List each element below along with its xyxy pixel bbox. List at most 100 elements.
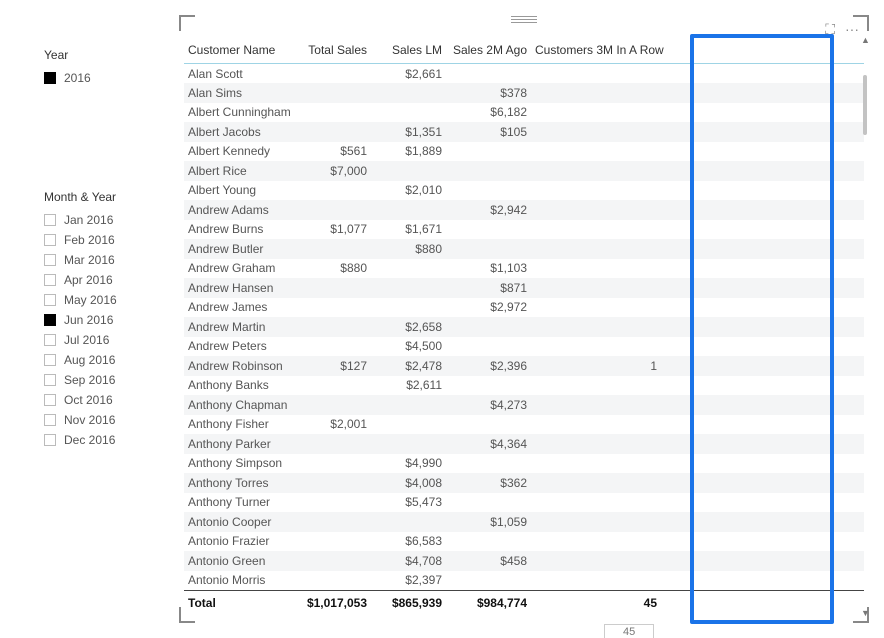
table-row[interactable]: Anthony Banks$2,611 <box>184 376 864 396</box>
slicer-month-item[interactable]: Apr 2016 <box>44 270 174 290</box>
slicer-month-item[interactable]: Jun 2016 <box>44 310 174 330</box>
cell-sales-lm <box>371 415 446 435</box>
slicer-month-label: Nov 2016 <box>64 410 115 430</box>
table-row[interactable]: Andrew Martin$2,658 <box>184 317 864 337</box>
cell-pad <box>661 239 864 259</box>
table-row[interactable]: Albert Jacobs$1,351$105 <box>184 122 864 142</box>
cell-sales-lm <box>371 278 446 298</box>
slicer-month-item[interactable]: Nov 2016 <box>44 410 174 430</box>
checkbox-icon[interactable] <box>44 434 56 446</box>
cell-pad <box>661 103 864 123</box>
slicer-year-item[interactable]: 2016 <box>44 68 174 88</box>
cell-total-sales <box>296 298 371 318</box>
col-customers-3m[interactable]: Customers 3M In A Row <box>531 35 661 64</box>
cell-total-sales: $1,077 <box>296 220 371 240</box>
checkbox-icon[interactable] <box>44 254 56 266</box>
col-sales-2m[interactable]: Sales 2M Ago <box>446 35 531 64</box>
table-row[interactable]: Anthony Turner$5,473 <box>184 493 864 513</box>
cell-customer: Andrew Graham <box>184 259 296 279</box>
slicer-month-label: Oct 2016 <box>64 390 113 410</box>
table-row[interactable]: Andrew Graham$880$1,103 <box>184 259 864 279</box>
checkbox-icon[interactable] <box>44 374 56 386</box>
cell-cust-3m <box>531 161 661 181</box>
scroll-up-icon[interactable]: ▲ <box>861 35 869 45</box>
table-row[interactable]: Alan Sims$378 <box>184 83 864 103</box>
total-cust-3m: 45 <box>531 590 661 615</box>
slicer-year-label: 2016 <box>64 68 91 88</box>
table-row[interactable]: Alan Scott$2,661 <box>184 64 864 84</box>
cell-pad <box>661 298 864 318</box>
cell-sales-lm <box>371 259 446 279</box>
cell-sales-lm <box>371 512 446 532</box>
table-row[interactable]: Andrew Hansen$871 <box>184 278 864 298</box>
cell-total-sales <box>296 454 371 474</box>
checkbox-icon[interactable] <box>44 334 56 346</box>
checkbox-icon[interactable] <box>44 414 56 426</box>
slicer-month-item[interactable]: Jul 2016 <box>44 330 174 350</box>
table-row[interactable]: Andrew Burns$1,077$1,671 <box>184 220 864 240</box>
slicer-month-item[interactable]: May 2016 <box>44 290 174 310</box>
cell-pad <box>661 259 864 279</box>
table-row[interactable]: Antonio Green$4,708$458 <box>184 551 864 571</box>
col-sales-lm[interactable]: Sales LM <box>371 35 446 64</box>
cell-sales-lm <box>371 298 446 318</box>
slicer-month-item[interactable]: Dec 2016 <box>44 430 174 450</box>
cell-cust-3m <box>531 259 661 279</box>
cell-total-sales <box>296 239 371 259</box>
table-row[interactable]: Antonio Cooper$1,059 <box>184 512 864 532</box>
table-row[interactable]: Andrew Peters$4,500 <box>184 337 864 357</box>
slicer-month-item[interactable]: Feb 2016 <box>44 230 174 250</box>
cell-sales-2m <box>446 532 531 552</box>
table-row[interactable]: Anthony Parker$4,364 <box>184 434 864 454</box>
checkbox-icon[interactable] <box>44 214 56 226</box>
cell-sales-lm <box>371 83 446 103</box>
slicer-month-item[interactable]: Jan 2016 <box>44 210 174 230</box>
table-row[interactable]: Antonio Frazier$6,583 <box>184 532 864 552</box>
checkbox-icon[interactable] <box>44 274 56 286</box>
col-total-sales[interactable]: Total Sales <box>296 35 371 64</box>
checkbox-icon[interactable] <box>44 394 56 406</box>
cell-cust-3m <box>531 512 661 532</box>
table-row[interactable]: Andrew Robinson$127$2,478$2,3961 <box>184 356 864 376</box>
table-row[interactable]: Anthony Torres$4,008$362 <box>184 473 864 493</box>
cell-total-sales <box>296 83 371 103</box>
cell-pad <box>661 532 864 552</box>
cell-sales-lm: $1,351 <box>371 122 446 142</box>
cell-cust-3m <box>531 317 661 337</box>
drag-handle[interactable] <box>511 15 537 23</box>
cell-total-sales: $2,001 <box>296 415 371 435</box>
table-row[interactable]: Andrew Butler$880 <box>184 239 864 259</box>
table-row[interactable]: Anthony Simpson$4,990 <box>184 454 864 474</box>
col-customer-name[interactable]: Customer Name <box>184 35 296 64</box>
table-row[interactable]: Albert Rice$7,000 <box>184 161 864 181</box>
vertical-scrollbar[interactable]: ▲ ▼ <box>861 35 869 618</box>
table-row[interactable]: Antonio Morris$2,397 <box>184 571 864 591</box>
checkbox-icon[interactable] <box>44 294 56 306</box>
cell-pad <box>661 83 864 103</box>
cell-sales-2m: $4,273 <box>446 395 531 415</box>
cell-total-sales <box>296 181 371 201</box>
cell-cust-3m <box>531 415 661 435</box>
table-row[interactable]: Anthony Fisher$2,001 <box>184 415 864 435</box>
slicer-month-item[interactable]: Sep 2016 <box>44 370 174 390</box>
checkbox-icon[interactable] <box>44 234 56 246</box>
checkbox-icon[interactable] <box>44 354 56 366</box>
scroll-down-icon[interactable]: ▼ <box>861 608 869 618</box>
cell-cust-3m <box>531 220 661 240</box>
slicer-month-label: May 2016 <box>64 290 117 310</box>
table-row[interactable]: Albert Cunningham$6,182 <box>184 103 864 123</box>
resize-handle-tl[interactable] <box>179 15 195 31</box>
table-row[interactable]: Albert Kennedy$561$1,889 <box>184 142 864 162</box>
table-row[interactable]: Andrew Adams$2,942 <box>184 200 864 220</box>
scroll-thumb[interactable] <box>863 75 867 135</box>
checkbox-icon[interactable] <box>44 314 56 326</box>
cell-total-sales: $7,000 <box>296 161 371 181</box>
slicer-month-item[interactable]: Aug 2016 <box>44 350 174 370</box>
table-row[interactable]: Anthony Chapman$4,273 <box>184 395 864 415</box>
slicer-month-item[interactable]: Mar 2016 <box>44 250 174 270</box>
table-row[interactable]: Albert Young$2,010 <box>184 181 864 201</box>
checkbox-icon[interactable] <box>44 72 56 84</box>
slicer-month-item[interactable]: Oct 2016 <box>44 390 174 410</box>
cell-pad <box>661 122 864 142</box>
table-row[interactable]: Andrew James$2,972 <box>184 298 864 318</box>
